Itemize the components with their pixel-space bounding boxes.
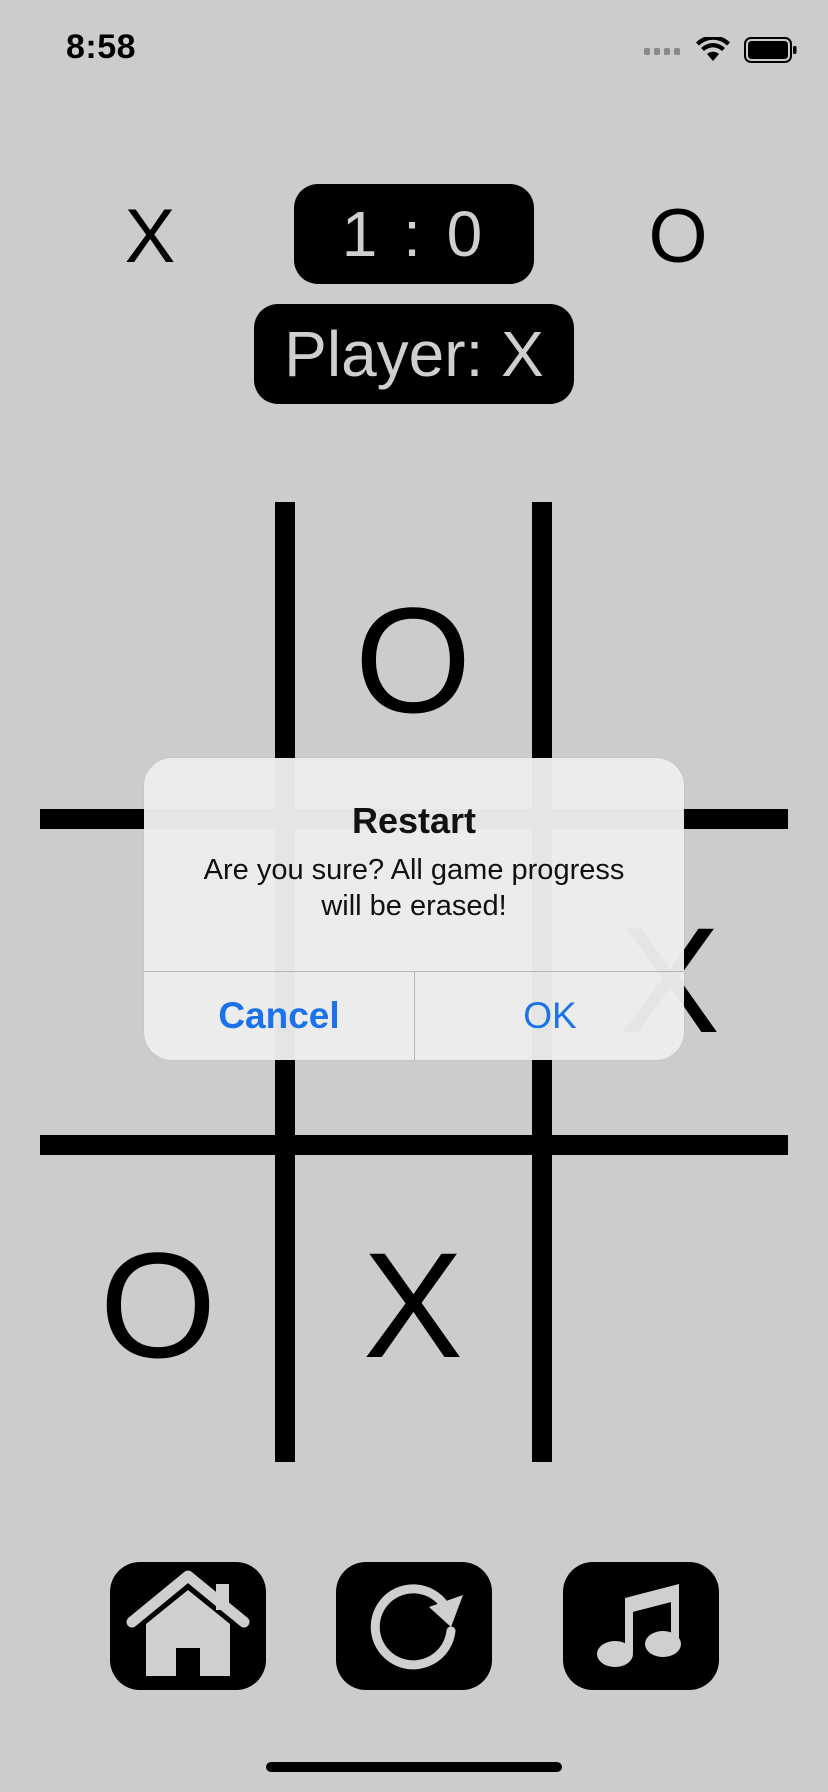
home-icon xyxy=(126,1568,250,1685)
player-x-label: X xyxy=(124,194,176,279)
alert-message: Are you sure? All game progress will be … xyxy=(203,854,625,922)
home-button[interactable] xyxy=(110,1562,266,1690)
alert-title: Restart xyxy=(351,800,477,841)
player-o-label: O xyxy=(648,194,708,279)
battery-icon xyxy=(744,37,798,63)
restart-icon xyxy=(359,1569,469,1684)
cancel-button[interactable]: Cancel xyxy=(144,972,414,1060)
board-cell-7[interactable]: O xyxy=(40,1155,276,1455)
restart-button[interactable] xyxy=(336,1562,492,1690)
status-bar: 8:58 xyxy=(0,0,828,100)
signal-icon xyxy=(644,44,682,56)
status-time: 8:58 xyxy=(66,28,137,66)
restart-alert-dialog: Restart Are you sure? All game progress … xyxy=(144,758,684,1060)
ok-button[interactable]: OK xyxy=(415,972,684,1060)
score-display: 1 : 0 xyxy=(294,184,534,284)
home-indicator[interactable] xyxy=(266,1762,562,1772)
board-cell-9[interactable] xyxy=(552,1155,788,1455)
wifi-icon xyxy=(696,37,730,63)
music-button[interactable] xyxy=(563,1562,719,1690)
board-cell-8[interactable]: X xyxy=(295,1155,531,1455)
status-icons xyxy=(644,32,798,68)
grid-line xyxy=(40,1135,788,1155)
current-player-badge: Player: X xyxy=(254,304,574,404)
music-icon xyxy=(591,1574,691,1679)
